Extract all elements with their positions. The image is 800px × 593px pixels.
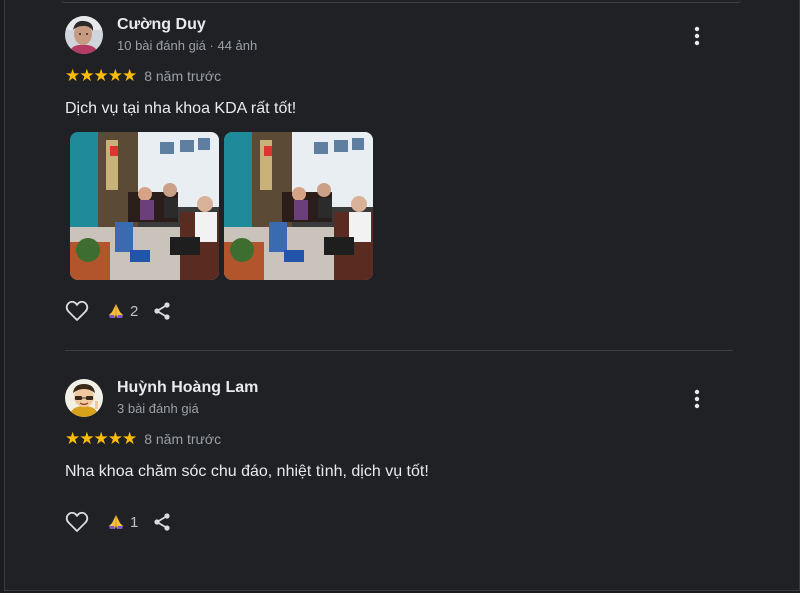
praying-hands-icon [109,515,123,529]
author-name[interactable]: Huỳnh Hoàng Lam [117,379,258,397]
clinic-waiting-room-photo [70,132,219,280]
rating-row: ★★★★★ 8 năm trước [65,429,221,449]
review-actions: 2 [65,300,172,322]
more-vertical-icon [694,26,700,46]
review-time: 8 năm trước [144,431,222,447]
author-meta[interactable]: 3 bài đánh giá [117,401,199,416]
rating-row: ★★★★★ 8 năm trước [65,66,221,86]
reaction-button[interactable]: 2 [107,302,138,320]
star-rating: ★★★★★ [65,66,137,85]
like-button[interactable] [65,511,89,533]
author-name[interactable]: Cường Duy [117,16,206,34]
share-button[interactable] [152,512,172,532]
reaction-count: 1 [130,513,139,531]
reviews-panel: Cường Duy 10 bài đánh giá · 44 ảnh ★★★★★… [4,0,800,591]
share-button[interactable] [152,301,172,321]
review-photo[interactable] [70,132,219,280]
review-divider [65,350,733,351]
avatar[interactable] [65,379,103,417]
heart-icon [65,511,89,532]
review-text: Nha khoa chăm sóc chu đáo, nhiệt tình, d… [65,463,429,480]
heart-icon [65,300,89,321]
man-portrait-icon [65,16,103,54]
review-card: Cường Duy 10 bài đánh giá · 44 ảnh ★★★★★… [65,16,737,336]
review-time: 8 năm trước [144,68,222,84]
share-icon [154,513,170,531]
reaction-count: 2 [130,302,139,320]
star-rating: ★★★★★ [65,429,137,448]
author-meta[interactable]: 10 bài đánh giá · 44 ảnh [117,38,257,53]
cartoon-character-icon [65,379,103,417]
more-options-button[interactable] [687,385,707,413]
more-vertical-icon [694,389,700,409]
previous-card-edge [61,0,741,3]
review-photo[interactable] [224,132,373,280]
avatar[interactable] [65,16,103,54]
like-button[interactable] [65,300,89,322]
review-text: Dịch vụ tại nha khoa KDA rất tốt! [65,100,297,117]
praying-hands-icon [109,304,123,318]
reaction-button[interactable]: 1 [107,513,138,531]
review-card: Huỳnh Hoàng Lam 3 bài đánh giá ★★★★★ 8 n… [65,379,737,539]
share-icon [154,302,170,320]
clinic-waiting-room-photo [224,132,373,280]
more-options-button[interactable] [687,22,707,50]
review-actions: 1 [65,511,172,533]
